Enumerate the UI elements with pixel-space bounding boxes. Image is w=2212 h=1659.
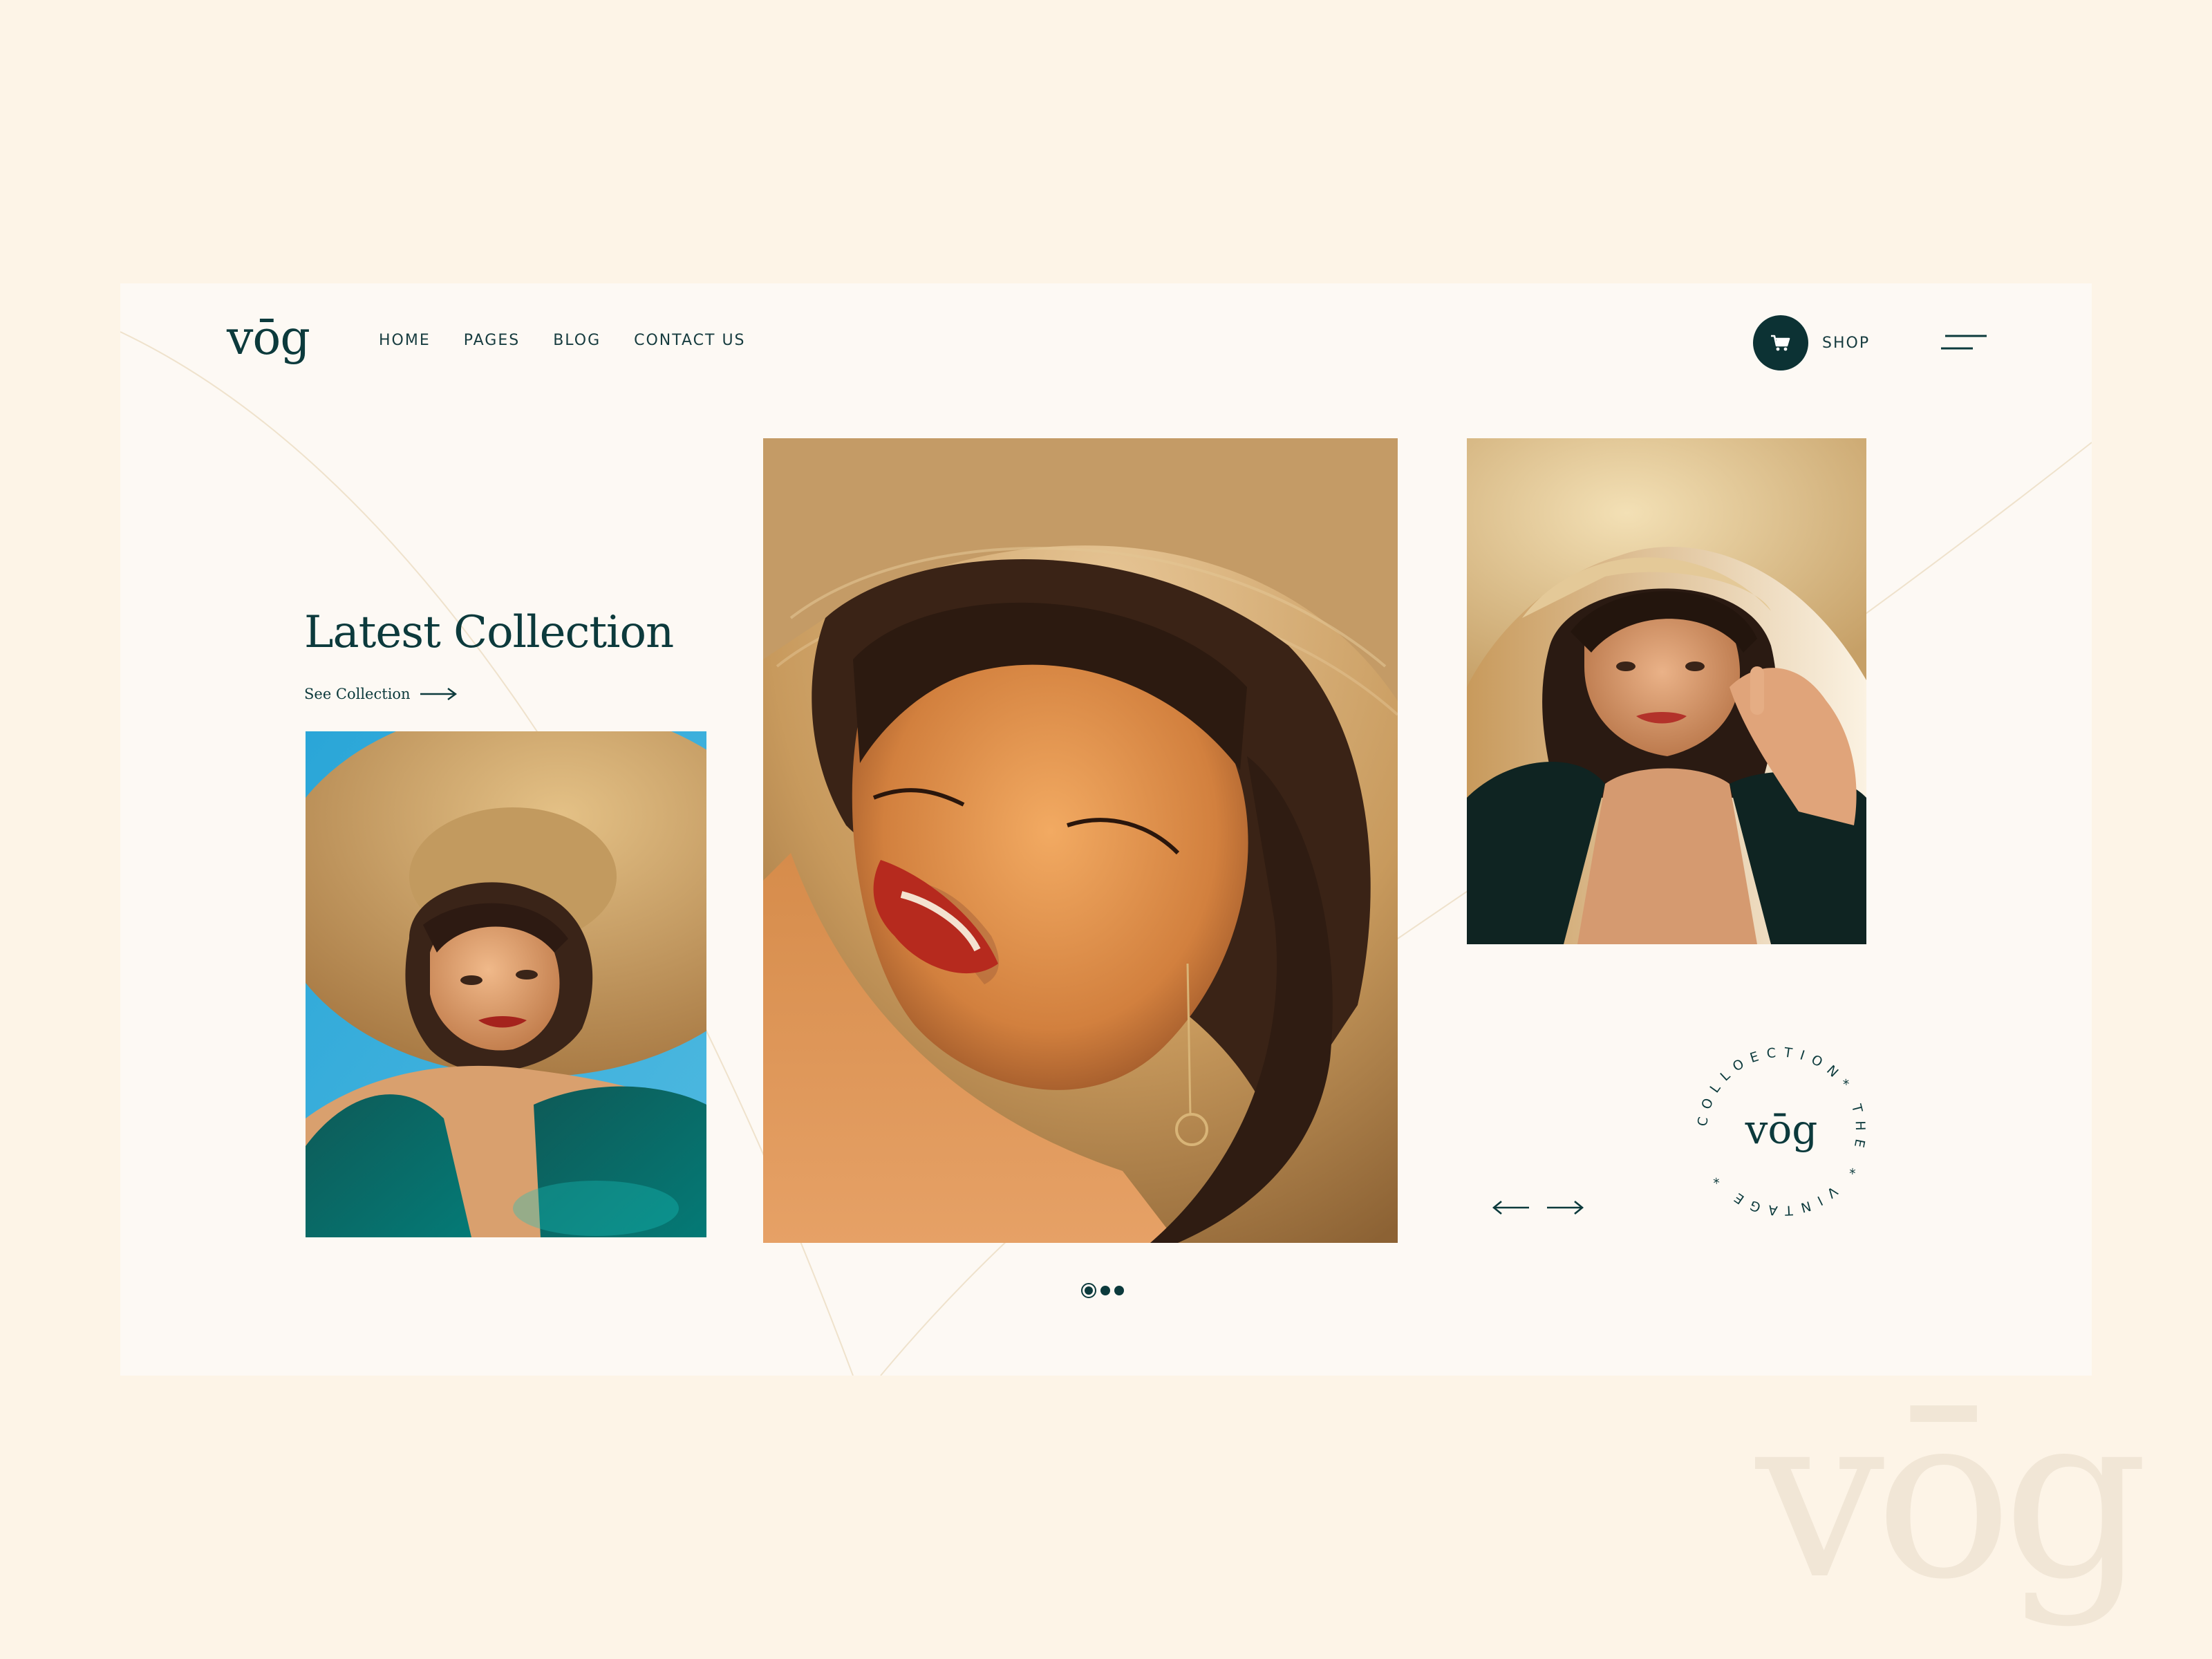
page-title: Latest Collection [304, 607, 674, 658]
menu-icon[interactable] [1941, 332, 1987, 353]
shop-label[interactable]: SHOP [1822, 335, 1870, 352]
photo-image [1467, 438, 1866, 944]
nav-pages[interactable]: PAGES [464, 332, 520, 349]
badge-logo: vōg [1745, 1106, 1818, 1153]
page: vōg HOME PAGES BLOG CONTACT US SHOP Late… [0, 0, 2212, 1659]
cart-button[interactable] [1753, 315, 1808, 371]
photo-image [306, 731, 706, 1237]
page-dot-active[interactable] [1081, 1283, 1096, 1298]
arrow-left-icon[interactable] [1492, 1197, 1530, 1218]
collection-photo-right[interactable] [1467, 438, 1866, 944]
brand-logo[interactable]: vōg [227, 311, 310, 366]
brand-watermark: vōg [1756, 1364, 2148, 1629]
collection-photo-center[interactable] [763, 438, 1398, 1243]
see-collection-link[interactable]: See Collection [304, 686, 458, 702]
page-dot[interactable] [1114, 1286, 1124, 1295]
carousel-pagination [1081, 1283, 1124, 1298]
hero-card: vōg HOME PAGES BLOG CONTACT US SHOP Late… [120, 283, 2092, 1376]
carousel-arrows [1492, 1197, 1584, 1218]
page-dot[interactable] [1100, 1286, 1110, 1295]
vintage-collection-badge: COLLOECTION* THE * VINTAGE * vōg [1695, 1044, 1860, 1218]
nav-blog[interactable]: BLOG [553, 332, 601, 349]
cart-icon [1771, 335, 1790, 351]
arrow-right-icon[interactable] [1546, 1197, 1584, 1218]
see-collection-label: See Collection [304, 686, 411, 702]
arrow-right-icon [420, 688, 457, 700]
collection-photo-left[interactable] [306, 731, 706, 1237]
photo-image [763, 438, 1398, 1243]
nav-home[interactable]: HOME [379, 332, 431, 349]
shop-button[interactable]: SHOP [1753, 315, 1870, 371]
nav-contact-us[interactable]: CONTACT US [634, 332, 745, 349]
main-nav: HOME PAGES BLOG CONTACT US [379, 332, 746, 349]
